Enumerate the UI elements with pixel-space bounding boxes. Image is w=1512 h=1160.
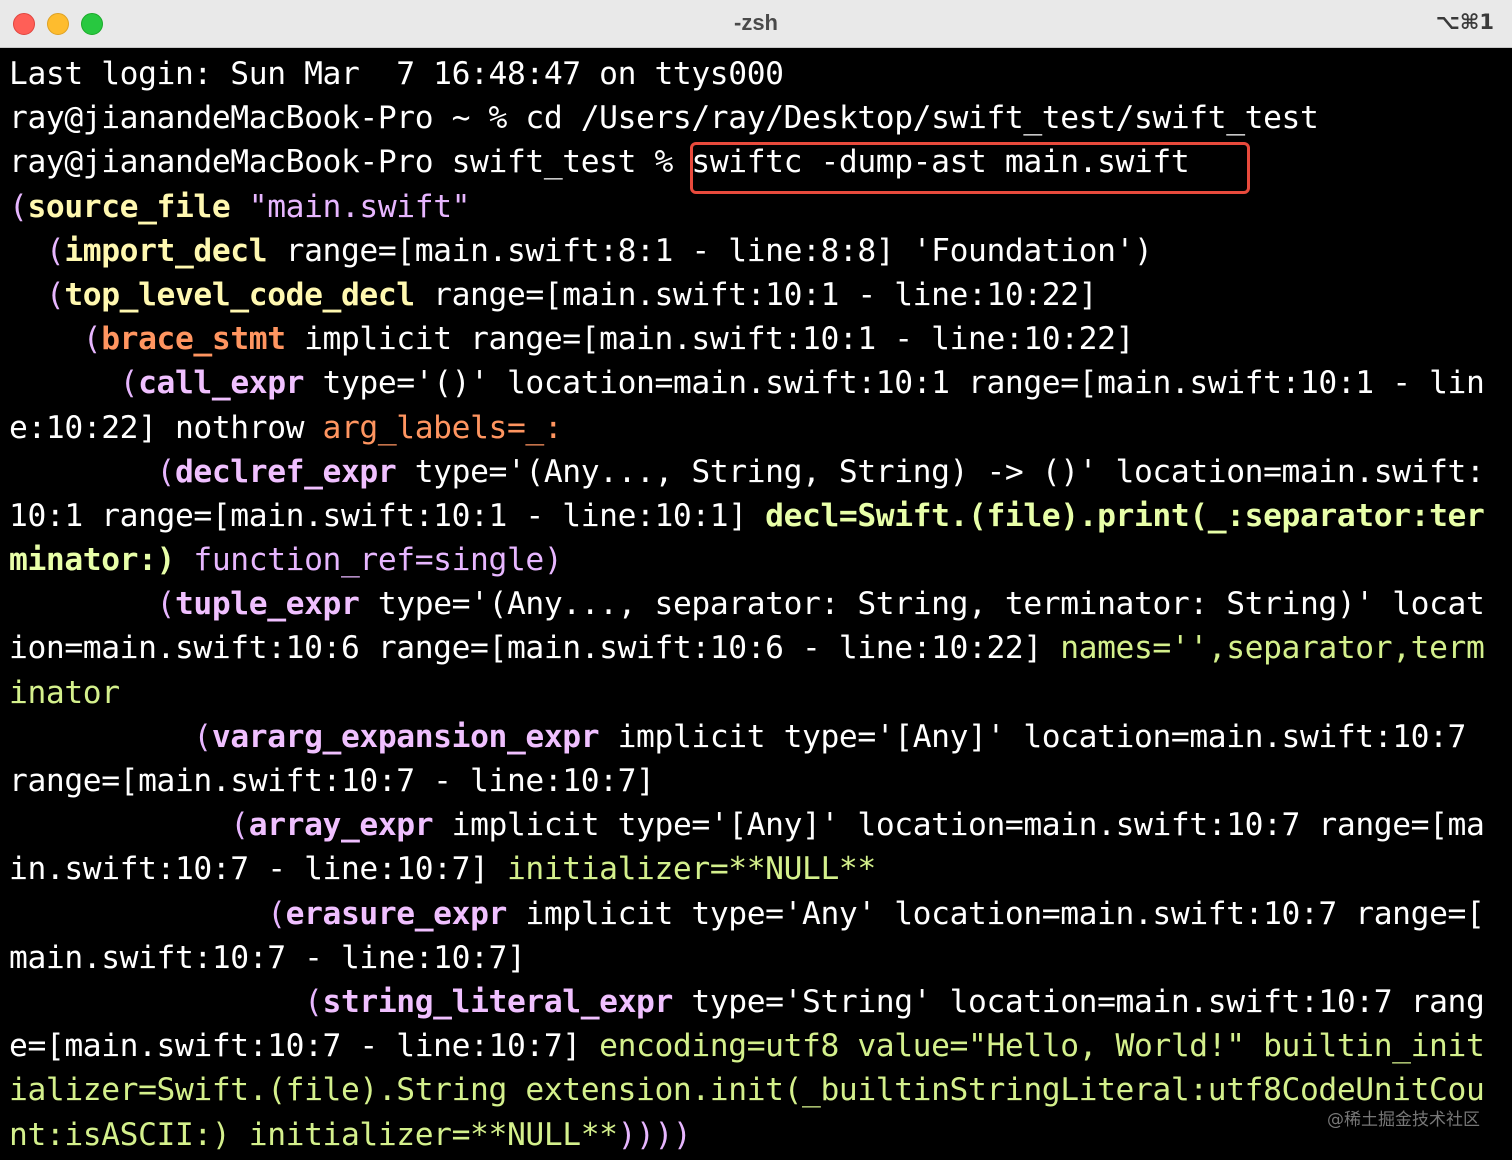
terminal-line: (call_expr type='()' location=main.swift…: [9, 361, 1509, 405]
terminal-output[interactable]: Last login: Sun Mar 7 16:48:47 on ttys00…: [9, 52, 1509, 1160]
ast-paren: (: [9, 276, 65, 313]
ast-node-attrs: range=[main.swift:10:1 - line:10:22]: [414, 276, 1098, 313]
ast-node-name: erasure_expr: [285, 895, 508, 932]
terminal-line: (top_level_code_decl range=[main.swift:1…: [9, 273, 1509, 317]
ast-node-attrs: e=[main.swift:10:7 - line:10:7]: [9, 1028, 600, 1065]
tab-shortcut-label: ⌥⌘1: [1435, 10, 1494, 34]
ast-paren: (: [9, 983, 323, 1020]
ast-paren: (: [9, 188, 28, 225]
window-title: -zsh: [734, 10, 778, 35]
terminal-line: (tuple_expr type='(Any..., separator: St…: [9, 582, 1509, 626]
ast-node-attrs: type='()' location=main.swift:10:1 range…: [304, 365, 1485, 402]
ast-node-name: tuple_expr: [174, 586, 360, 623]
terminal-line: ializer=Swift.(file).String extension.in…: [9, 1068, 1509, 1112]
terminal-line: (vararg_expansion_expr implicit type='[A…: [9, 715, 1509, 759]
terminal-window: -zsh ⌥⌘1 Last login: Sun Mar 7 16:48:47 …: [0, 0, 1512, 1160]
ast-arg-labels: arg_labels=_:: [322, 409, 563, 446]
ast-paren: (: [9, 586, 176, 623]
terminal-line: 10:1 range=[main.swift:10:1 - line:10:1]…: [9, 494, 1509, 538]
ast-node-attrs: main.swift:10:7 - line:10:7]: [9, 939, 526, 976]
ast-node-attrs: in.swift:10:7 - line:10:7]: [9, 851, 507, 888]
ast-node-attrs: implicit type='[Any]' location=main.swif…: [599, 718, 1467, 755]
ast-node-attrs: implicit type='Any' location=main.swift:…: [506, 895, 1485, 932]
ast-initializer: nt:isASCII:) initializer=**NULL**: [9, 1116, 618, 1153]
ast-node-name: vararg_expansion_expr: [211, 718, 600, 755]
ast-paren: (: [9, 365, 139, 402]
ast-node-name: brace_stmt: [101, 321, 286, 358]
shell-prompt: ray@jianandeMacBook-Pro swift_test %: [9, 144, 692, 181]
terminal-line: ray@jianandeMacBook-Pro ~ % cd /Users/ra…: [9, 96, 1509, 140]
ast-node-attrs: type='(Any..., separator: String, termin…: [359, 586, 1485, 623]
ast-literal-value: encoding=utf8 value="Hello, World!" buil…: [599, 1028, 1485, 1065]
terminal-line: Last login: Sun Mar 7 16:48:47 on ttys00…: [9, 52, 1509, 96]
ast-node-attrs: implicit range=[main.swift:10:1 - line:1…: [285, 321, 1135, 358]
ast-decl-ref: decl=Swift.(file).print(_:separator:ter: [765, 497, 1485, 534]
ast-node-attrs: function_ref=single): [174, 542, 563, 579]
ast-node-name: source_file: [27, 188, 231, 225]
ast-node-attrs: range=[main.swift:8:1 - line:8:8] 'Found…: [267, 232, 1153, 269]
terminal-line: (string_literal_expr type='String' locat…: [9, 980, 1509, 1024]
cd-command-text: ray@jianandeMacBook-Pro ~ % cd /Users/ra…: [9, 100, 1319, 137]
ast-node-name: string_literal_expr: [322, 983, 674, 1020]
ast-paren: (: [9, 453, 176, 490]
watermark: @稀土掘金技术社区: [1327, 1110, 1480, 1130]
terminal-line: inator: [9, 671, 1509, 715]
ast-paren: (: [9, 895, 286, 932]
terminal-line: nt:isASCII:) initializer=**NULL**)))): [9, 1113, 1509, 1157]
last-login-text: Last login: Sun Mar 7 16:48:47 on ttys00…: [9, 56, 784, 92]
terminal-line: minator:) function_ref=single): [9, 538, 1509, 582]
terminal-line: (brace_stmt implicit range=[main.swift:1…: [9, 317, 1509, 361]
ast-node-name: declref_expr: [174, 453, 397, 490]
terminal-line: e=[main.swift:10:7 - line:10:7] encoding…: [9, 1024, 1509, 1068]
ast-paren: (: [9, 321, 102, 358]
ast-node-name: import_decl: [64, 232, 268, 269]
ast-node-attrs: "main.swift": [230, 188, 471, 225]
terminal-line: ion=main.swift:10:6 range=[main.swift:10…: [9, 626, 1509, 670]
ast-node-attrs: range=[main.swift:10:7 - line:10:7]: [9, 763, 655, 799]
ast-decl-ref: minator:): [9, 542, 175, 579]
ast-paren: (: [9, 232, 65, 269]
ast-node-attrs: type='String' location=main.swift:10:7 r…: [672, 983, 1485, 1020]
terminal-line: in.swift:10:7 - line:10:7] initializer=*…: [9, 847, 1509, 891]
ast-node-attrs: 10:1 range=[main.swift:10:1 - line:10:1]: [9, 497, 766, 534]
ast-paren: )))): [617, 1116, 692, 1153]
ast-node-attrs: implicit type='[Any]' location=main.swif…: [433, 807, 1485, 844]
terminal-line: e:10:22] nothrow arg_labels=_:: [9, 406, 1509, 450]
ast-node-attrs: type='(Any..., String, String) -> ()' lo…: [396, 453, 1485, 490]
title-bar: -zsh ⌥⌘1: [0, 0, 1512, 48]
ast-node-name: array_expr: [248, 807, 434, 844]
ast-literal-value: ializer=Swift.(file).String extension.in…: [9, 1072, 1485, 1109]
terminal-line: (array_expr implicit type='[Any]' locati…: [9, 803, 1509, 847]
ast-names: inator: [9, 674, 120, 711]
ast-initializer: initializer=**NULL**: [506, 851, 876, 888]
ast-node-attrs: ion=main.swift:10:6 range=[main.swift:10…: [9, 630, 1061, 667]
ast-node-name: call_expr: [138, 365, 305, 402]
ast-paren: (: [9, 718, 212, 755]
terminal-line: (import_decl range=[main.swift:8:1 - lin…: [9, 229, 1509, 273]
terminal-line: (declref_expr type='(Any..., String, Str…: [9, 450, 1509, 494]
ast-node-attrs: e:10:22] nothrow: [9, 409, 323, 446]
ast-names: names='',separator,term: [1060, 630, 1485, 667]
terminal-line: range=[main.swift:10:7 - line:10:7]: [9, 759, 1509, 803]
ast-node-name: top_level_code_decl: [64, 276, 415, 313]
ast-paren: (: [9, 807, 249, 844]
command-highlight-box: [690, 142, 1250, 194]
terminal-line: (erasure_expr implicit type='Any' locati…: [9, 892, 1509, 936]
terminal-line: main.swift:10:7 - line:10:7]: [9, 936, 1509, 980]
